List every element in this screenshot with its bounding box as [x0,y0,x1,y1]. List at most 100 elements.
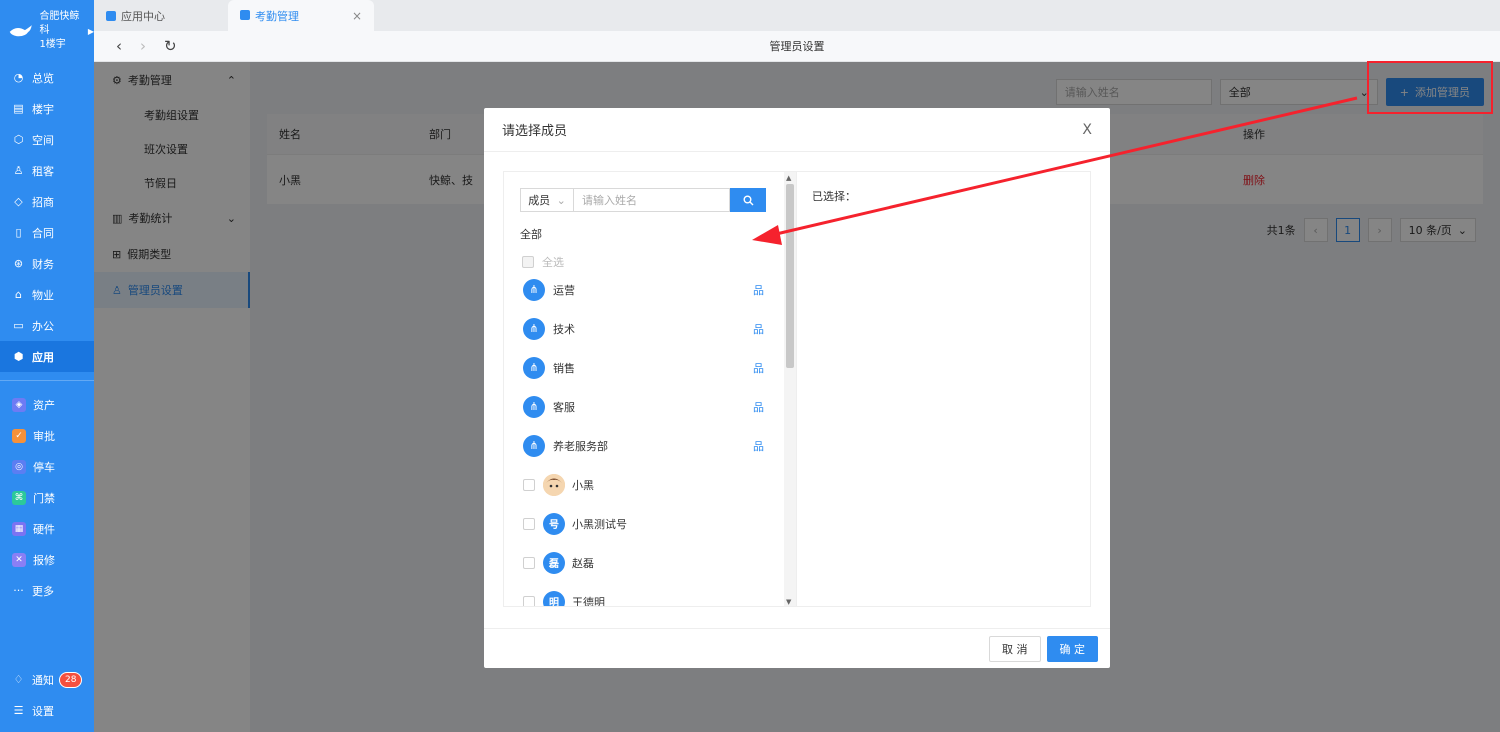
nav-label: 招商 [32,195,54,209]
member-checkbox[interactable] [523,556,535,569]
org-tree-icon[interactable]: 品 [753,360,764,376]
search-icon [743,195,753,205]
scroll-down-icon[interactable]: ▼ [786,598,791,606]
list-item[interactable]: ⋔ 客服 品 [504,387,784,426]
select-all-checkbox[interactable] [522,256,534,268]
app-center-icon [106,10,116,21]
nav-item-leasing[interactable]: ◇ 招商 [0,186,94,217]
nav-item-contract[interactable]: ▯ 合同 [0,217,94,248]
page-title: 管理员设置 [769,40,825,53]
list-item[interactable]: ⋔ 销售 品 [504,348,784,387]
dashboard-icon: ◔ [13,71,24,84]
notify-label: 通知 [32,673,54,687]
member-name: 小黑测试号 [572,517,627,531]
member-search-input[interactable]: 请输入姓名 [574,188,730,212]
tab-app-center[interactable]: 应用中心 [94,0,228,31]
avatar: 号 [543,512,565,535]
department-icon: ⋔ [523,317,545,340]
close-icon[interactable]: × [352,9,362,23]
close-icon[interactable]: X [1082,122,1092,138]
tab-label: 应用中心 [121,9,165,23]
dept-name: 技术 [553,322,575,336]
modal-header: 请选择成员 X [484,108,1110,152]
app-label: 报修 [33,553,55,567]
org-tree-icon[interactable]: 品 [753,321,764,337]
breadcrumb-all[interactable]: 全部 [520,226,542,242]
asset-icon: ◈ [12,397,26,412]
scroll-thumb[interactable] [786,184,794,368]
member-checkbox[interactable] [523,517,535,530]
nav-item-tenant[interactable]: ♙ 租客 [0,155,94,186]
select-member-modal: 请选择成员 X 成员 ⌄ 请输入姓名 全部 全选 ⋔ 运营品 ⋔ 技术品 ⋔ 销售品 ⋔… [484,108,1110,668]
notify-button[interactable]: ♢ 通知 28 [0,664,94,695]
nav-label: 租客 [32,164,54,178]
nav-item-property[interactable]: ⌂ 物业 [0,279,94,310]
monitor-icon: ▭ [13,319,24,332]
app-icon: ⬢ [13,350,24,363]
org-tree-icon[interactable]: 品 [753,399,764,415]
app-item-approval[interactable]: ✓ 审批 [0,420,94,451]
select-all[interactable]: 全选 [522,254,564,270]
nav-item-overview[interactable]: ◔ 总览 [0,62,94,93]
nav-label: 空间 [32,133,54,147]
app-label: 停车 [33,460,55,474]
avatar [543,473,565,496]
list-item[interactable]: 号小黑测试号 [504,504,784,543]
list-item[interactable]: ⋔ 技术 品 [504,309,784,348]
list-item[interactable]: 小黑 [504,465,784,504]
list-item[interactable]: ⋔ 养老服务部 品 [504,426,784,465]
nav-item-apps[interactable]: ⬢ 应用 [0,341,94,372]
list-item[interactable]: ⋔ 运营 品 [504,270,784,309]
app-item-asset[interactable]: ◈ 资产 [0,389,94,420]
confirm-button[interactable]: 确 定 [1046,635,1098,662]
refresh-icon[interactable]: ↻ [164,37,177,55]
nav-label: 物业 [32,288,54,302]
search-button[interactable] [730,188,766,212]
avatar: 明 [543,590,565,606]
org-tree-icon[interactable]: 品 [753,438,764,454]
cancel-button[interactable]: 取 消 [989,635,1041,662]
member-checkbox[interactable] [523,478,535,491]
search-type-select[interactable]: 成员 ⌄ [520,188,574,212]
app-item-repair[interactable]: ✕ 报修 [0,544,94,575]
app-item-hardware[interactable]: ▦ 硬件 [0,513,94,544]
member-list: ⋔ 运营品 ⋔ 技术品 ⋔ 销售品 ⋔ 客服品 ⋔ 养老服务部品 小黑 号小黑测试号 磊赵… [504,270,784,606]
nav-item-building[interactable]: ▤ 楼宇 [0,93,94,124]
list-item[interactable]: 明王德明 [504,582,784,606]
scrollbar[interactable]: ▲ ▼ [784,172,796,606]
member-list-panel: 成员 ⌄ 请输入姓名 全部 全选 ⋔ 运营品 ⋔ 技术品 ⋔ 销售品 ⋔ 客服品 ⋔ 养老服… [503,171,797,607]
address-bar: ‹ › ↻ 管理员设置 [94,31,1500,62]
document-icon: ▯ [15,226,22,239]
building-icon: ▤ [13,102,24,115]
dept-name: 销售 [553,361,575,375]
nav-label: 合同 [32,226,54,240]
nav-item-space[interactable]: ⬡ 空间 [0,124,94,155]
scroll-up-icon[interactable]: ▲ [786,174,791,182]
back-icon[interactable]: ‹ [116,37,122,55]
dept-name: 养老服务部 [553,439,608,453]
list-item[interactable]: 磊赵磊 [504,543,784,582]
app-item-door[interactable]: ⌘ 门禁 [0,482,94,513]
member-name: 赵磊 [572,556,594,570]
settings-button[interactable]: ☰ 设置 [0,695,94,726]
app-label: 更多 [32,584,54,598]
tab-label: 考勤管理 [255,9,299,23]
nav-item-office[interactable]: ▭ 办公 [0,310,94,341]
app-item-more[interactable]: ··· 更多 [0,575,94,606]
member-checkbox[interactable] [523,595,535,606]
app-item-parking[interactable]: ◎ 停车 [0,451,94,482]
chevron-down-icon: ⌄ [556,193,566,207]
tab-attendance[interactable]: 考勤管理 × [228,0,374,31]
divider [0,380,94,381]
hardware-icon: ▦ [12,521,26,536]
org-tree-icon[interactable]: 品 [753,282,764,298]
menu-icon: ☰ [13,704,24,717]
app-label: 门禁 [33,491,55,505]
annotation-highlight-box [1367,61,1493,114]
search-type-value: 成员 [528,194,551,207]
app-label: 审批 [33,429,55,443]
org-switcher[interactable]: 合肥快鲸科 1楼宇 ▶ [0,0,94,62]
ellipsis-icon: ··· [13,584,24,597]
forward-icon[interactable]: › [140,37,146,55]
nav-item-finance[interactable]: ⊛ 财务 [0,248,94,279]
